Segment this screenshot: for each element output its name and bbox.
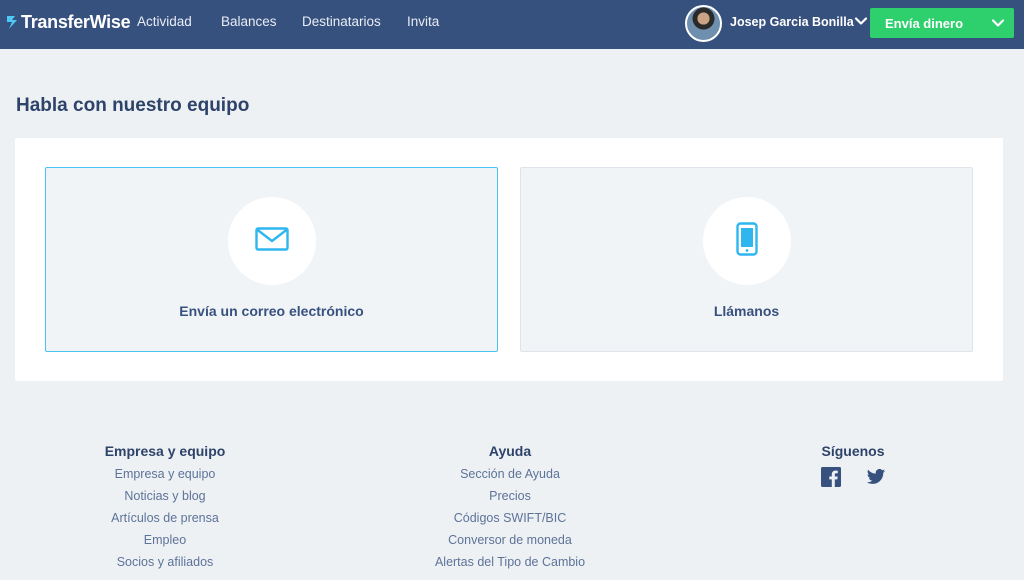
logo-text: TransferWise (21, 11, 131, 32)
phone-card-label: Llámanos (713, 303, 780, 319)
twitter-icon[interactable] (866, 467, 886, 487)
footer-link[interactable]: Empresa y equipo (65, 463, 265, 485)
footer-link[interactable]: Precios (410, 485, 610, 507)
nav-item-balances[interactable]: Balances (221, 14, 277, 29)
footer-column-help: Ayuda Sección de Ayuda Precios Códigos S… (410, 442, 610, 573)
footer-links: Empresa y equipo Noticias y blog Artícul… (65, 463, 265, 573)
send-money-label: Envía dinero (885, 15, 964, 31)
footer-column-company: Empresa y equipo Empresa y equipo Notici… (65, 442, 265, 573)
avatar[interactable] (685, 5, 722, 42)
logo-flag-icon (7, 16, 17, 29)
envelope-icon (254, 226, 289, 256)
transferwise-logo[interactable]: TransferWise (6, 9, 131, 35)
user-name[interactable]: Josep Garcia Bonilla (730, 15, 854, 29)
footer-link[interactable]: Conversor de moneda (410, 529, 610, 551)
page-title: Habla con nuestro equipo (16, 95, 250, 116)
email-card-label: Envía un correo electrónico (179, 303, 364, 319)
footer-link[interactable]: Socios y afiliados (65, 551, 265, 573)
phone-icon-circle (702, 197, 791, 285)
footer-link[interactable]: Empleo (65, 529, 265, 551)
top-navigation-bar: TransferWise Actividad Balances Destinat… (0, 0, 1024, 49)
phone-card[interactable]: Llámanos (520, 167, 973, 352)
footer-link[interactable]: Alertas del Tipo de Cambio (410, 551, 610, 573)
footer-link[interactable]: Sección de Ayuda (410, 463, 610, 485)
nav-item-destinatarios[interactable]: Destinatarios (302, 14, 381, 29)
footer-heading: Ayuda (488, 443, 532, 459)
send-money-button[interactable]: Envía dinero (870, 8, 1014, 38)
email-card[interactable]: Envía un correo electrónico (45, 167, 498, 352)
contact-panel: Envía un correo electrónico Llámanos (15, 138, 1003, 381)
footer-link[interactable]: Códigos SWIFT/BIC (410, 507, 610, 529)
footer-column-social: Síguenos (753, 442, 953, 487)
footer-heading: Empresa y equipo (104, 443, 226, 459)
footer-links: Sección de Ayuda Precios Códigos SWIFT/B… (410, 463, 610, 573)
footer-heading: Síguenos (821, 443, 885, 459)
footer-link[interactable]: Noticias y blog (65, 485, 265, 507)
chevron-down-icon[interactable] (990, 15, 1006, 31)
social-links (753, 467, 953, 487)
email-icon-circle (227, 197, 316, 285)
nav-item-actividad[interactable]: Actividad (137, 14, 192, 29)
nav-item-invita[interactable]: Invita (407, 14, 439, 29)
phone-icon (735, 221, 758, 261)
facebook-icon[interactable] (820, 467, 841, 487)
chevron-down-icon[interactable] (853, 13, 869, 29)
footer-link[interactable]: Artículos de prensa (65, 507, 265, 529)
